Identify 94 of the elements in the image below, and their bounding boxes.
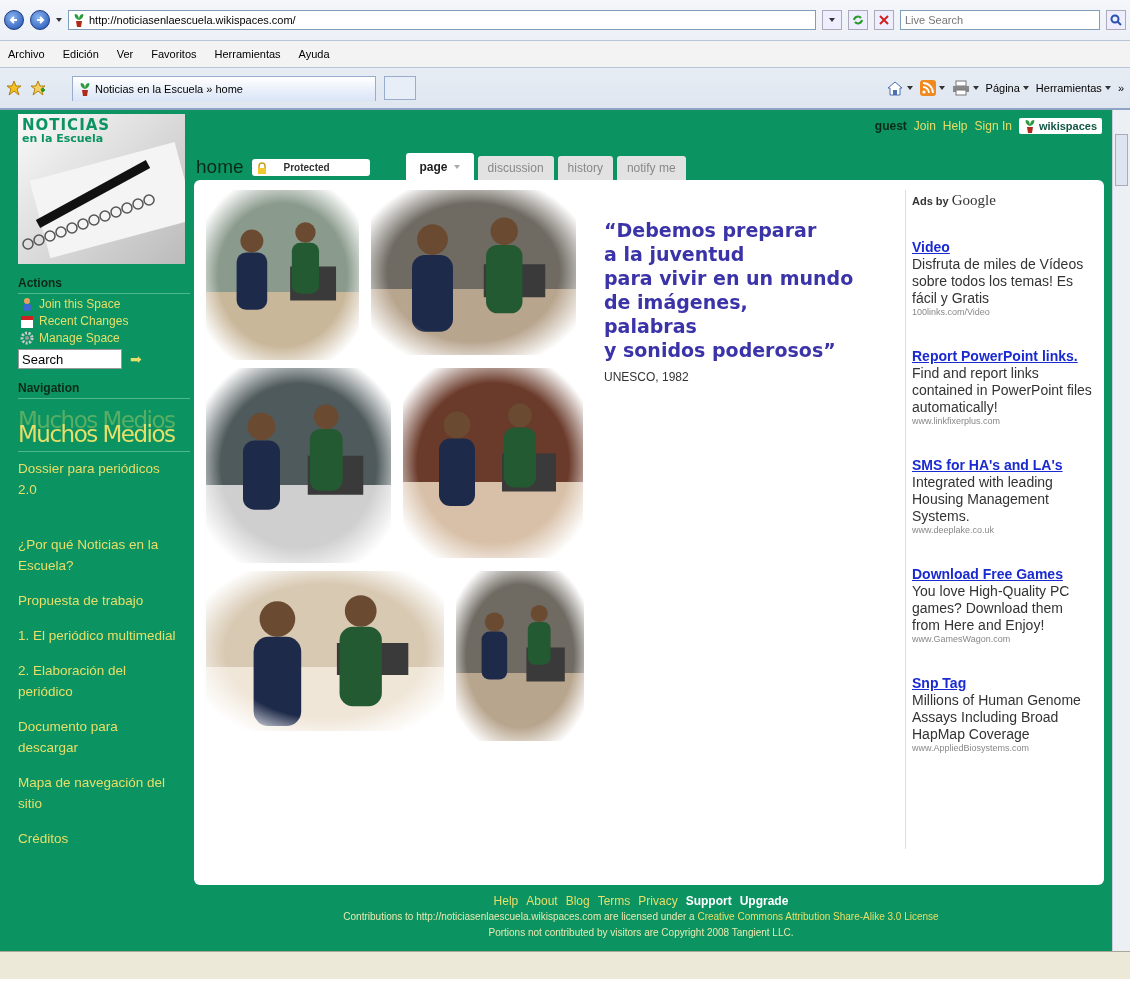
close-icon — [879, 15, 889, 25]
forward-button[interactable] — [30, 10, 50, 30]
page-tab[interactable]: discussion — [477, 156, 554, 180]
dropdown-button[interactable] — [822, 10, 842, 30]
refresh-button[interactable] — [848, 10, 868, 30]
menu-item[interactable]: Ayuda — [296, 48, 332, 60]
user-name: guest — [874, 119, 907, 133]
go-arrow-icon[interactable]: ➡ — [130, 351, 142, 367]
footer-link[interactable]: Privacy — [638, 893, 678, 909]
footer-link[interactable]: About — [526, 893, 558, 909]
nav-link[interactable]: Mapa de navegación del sitio — [18, 772, 178, 814]
header-link[interactable]: Join — [913, 119, 936, 133]
favorites-star-icon[interactable] — [6, 80, 22, 96]
back-button[interactable] — [4, 10, 24, 30]
ad-text: Disfruta de miles de Vídeos sobre todos los temas! Es fácil y Gratis — [912, 256, 1084, 306]
menu-item[interactable]: Herramientas — [212, 48, 283, 60]
protected-badge: Protected — [251, 159, 370, 176]
ad-title-link[interactable]: SMS for HA's and LA's — [912, 457, 1094, 474]
caret-icon[interactable] — [938, 86, 945, 90]
header-link[interactable]: Help — [942, 119, 968, 133]
gear-icon — [20, 331, 34, 345]
footer-link[interactable]: Help — [493, 893, 519, 909]
favicon — [73, 13, 85, 27]
forward-arrow-icon — [35, 15, 45, 25]
ad-title-link[interactable]: Video — [912, 239, 1094, 256]
action-link[interactable]: Join this Space — [39, 297, 121, 311]
nav-banner[interactable]: Muchos Medios — [18, 421, 190, 452]
search-button[interactable] — [1106, 10, 1126, 30]
menu-item[interactable]: Edición — [60, 48, 101, 60]
page-title: home — [196, 157, 244, 179]
nav-link[interactable]: ¿Por qué Noticias en la Escuela? — [18, 534, 178, 576]
page-tab[interactable]: history — [557, 156, 613, 180]
plant-icon — [79, 81, 91, 96]
ad-text: Find and report links contained in PowerPoint files automatically! — [912, 365, 1092, 415]
home-icon[interactable] — [885, 80, 904, 96]
footer-link[interactable]: Upgrade — [739, 893, 789, 909]
license-link[interactable]: Creative Commons Attribution Share-Alike 3.0 License — [697, 911, 939, 922]
caret-icon[interactable] — [906, 86, 913, 90]
nav-link[interactable]: 1. El periódico multimedial — [18, 625, 178, 646]
page-tab[interactable]: notify me — [616, 156, 686, 180]
printer-icon[interactable] — [951, 80, 970, 96]
ad-url: www.linkfixerplus.com — [912, 416, 1002, 427]
back-arrow-icon — [9, 15, 19, 25]
license-text: Contributions to http://noticiasenlaescuela.wikispaces.com are licensed under a Creative Commons Attribution Share-Alike 3.0 License — [342, 910, 940, 924]
ad-url: 100links.com/Video — [912, 307, 991, 318]
ad-url: www.GamesWagon.com — [912, 634, 1012, 645]
ad-url: www.AppliedBiosystems.com — [912, 743, 1031, 754]
stop-button[interactable] — [874, 10, 894, 30]
nav-link[interactable]: 2. Elaboración del periódico — [18, 660, 178, 702]
address-bar[interactable]: http://noticiasenlaescuela.wikispaces.com/ — [68, 10, 816, 30]
quote: “Debemos preparar a la juventud para vivir en un mundo de imágenes, palabras y sonidos poderosos” — [604, 218, 855, 362]
footer-link[interactable]: Terms — [597, 893, 631, 909]
menu-item[interactable]: Ver — [114, 48, 136, 60]
toolbar-menu[interactable]: Herramientas — [1035, 82, 1111, 94]
search-field[interactable]: Search — [18, 349, 122, 369]
ad-title-link[interactable]: Download Free Games — [912, 566, 1094, 583]
person-icon — [20, 297, 34, 311]
browser-tab[interactable]: Noticias en la Escuela » home — [72, 75, 376, 101]
quote-source: UNESCO, 1982 — [604, 370, 690, 384]
ad-url: www.deeplake.co.uk — [912, 525, 996, 536]
action-link[interactable]: Manage Space — [39, 331, 120, 345]
action-link[interactable]: Recent Changes — [39, 314, 129, 328]
section-heading: Navigation — [18, 381, 190, 399]
header-link[interactable]: Sign In — [974, 119, 1012, 133]
refresh-icon — [852, 14, 864, 26]
add-favorite-icon[interactable] — [30, 80, 46, 96]
search-icon — [1110, 14, 1122, 26]
nav-link[interactable]: Documento para descargar — [18, 716, 178, 758]
menu-item[interactable]: Favoritos — [149, 48, 199, 60]
page-tab[interactable]: page — [405, 153, 474, 180]
wikispaces-badge[interactable]: wikispaces — [1018, 118, 1102, 134]
caret-icon[interactable] — [56, 18, 62, 22]
plant-icon — [1023, 119, 1036, 133]
overflow-chevron[interactable]: » — [1117, 82, 1124, 94]
ad-title-link[interactable]: Report PowerPoint links. — [912, 348, 1094, 365]
menu-item[interactable]: Archivo — [6, 48, 47, 60]
footer-link[interactable]: Blog — [565, 893, 590, 909]
calendar-icon — [20, 314, 34, 328]
section-heading: Actions — [18, 276, 190, 294]
ad-text: Integrated with leading Housing Management Systems. — [912, 474, 1053, 524]
nav-link[interactable]: Propuesta de trabajo — [18, 590, 178, 611]
copyright-text: Portions not contributed by visitors are Copyright 2008 Tangient LLC. — [487, 926, 795, 940]
ad-title-link[interactable]: Snp Tag — [912, 675, 1094, 692]
ad-text: Millions of Human Genome Assays Including Broad HapMap Coverage — [912, 692, 1081, 742]
ads-heading: Ads by Google — [912, 192, 997, 209]
nav-link[interactable]: Dossier para periódicos 2.0 — [18, 458, 178, 500]
toolbar-menu[interactable]: Página — [985, 82, 1029, 94]
scrollbar[interactable] — [1112, 110, 1130, 951]
footer-link[interactable]: Support — [685, 893, 732, 909]
site-logo[interactable]: NOTICIAS en la Escuela — [18, 114, 185, 264]
nav-link[interactable]: Créditos — [18, 828, 178, 849]
search-field[interactable]: Live Search — [900, 10, 1100, 30]
caret-icon[interactable] — [972, 86, 979, 90]
ad-text: You love High-Quality PC games? Download them from Here and Enjoy! — [912, 583, 1070, 633]
